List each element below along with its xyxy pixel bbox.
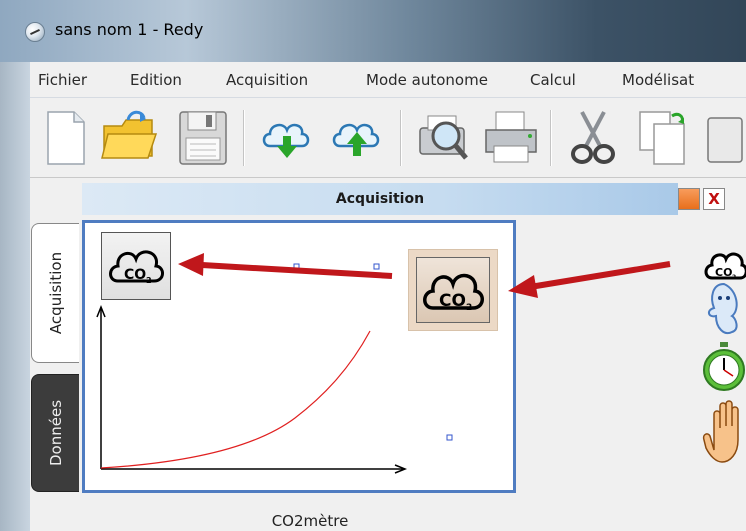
window-title: sans nom 1 - Redy bbox=[55, 20, 204, 39]
download-cloud-icon[interactable] bbox=[256, 106, 318, 168]
handle-marker bbox=[373, 263, 380, 270]
co2-sensor-dragged-icon[interactable]: CO 2 bbox=[408, 249, 498, 331]
new-file-icon[interactable] bbox=[34, 106, 96, 168]
toolbar-separator bbox=[550, 110, 552, 166]
window-left-frame bbox=[0, 62, 30, 531]
co2-icon-text: CO bbox=[124, 267, 146, 283]
cut-icon[interactable] bbox=[562, 106, 624, 168]
hand-icon[interactable] bbox=[702, 400, 739, 463]
drag-arrow bbox=[529, 261, 671, 290]
save-disk-icon[interactable] bbox=[172, 106, 234, 168]
toolbar-separator bbox=[400, 110, 402, 166]
tab-acquisition[interactable]: Acquisition bbox=[31, 223, 79, 363]
svg-text:2: 2 bbox=[732, 274, 736, 281]
menu-bar: Fichier Edition Acquisition Mode autonom… bbox=[30, 62, 746, 98]
menu-acquisition[interactable]: Acquisition bbox=[226, 71, 308, 89]
panel-minimize-button[interactable] bbox=[678, 188, 700, 210]
open-folder-icon[interactable] bbox=[98, 106, 160, 168]
tab-acquisition-label: Acquisition bbox=[46, 251, 65, 335]
sensor-palette: CO 2 bbox=[702, 218, 746, 488]
main-area: Acquisition Données Acquisition X CO 2 C… bbox=[30, 178, 746, 531]
tab-donnees-label: Données bbox=[46, 399, 65, 467]
co2-sensor-placed-icon[interactable]: CO 2 bbox=[101, 232, 171, 300]
menu-calcul[interactable]: Calcul bbox=[530, 71, 576, 89]
menu-modelisation[interactable]: Modélisat bbox=[622, 71, 694, 89]
tab-donnees[interactable]: Données bbox=[31, 374, 79, 492]
co2-icon-text: CO bbox=[439, 291, 466, 311]
app-icon[interactable] bbox=[25, 22, 45, 42]
upload-cloud-icon[interactable] bbox=[326, 106, 388, 168]
menu-mode-autonome[interactable]: Mode autonome bbox=[366, 71, 488, 89]
panel-title: Acquisition bbox=[335, 191, 425, 207]
panel-close-button[interactable]: X bbox=[703, 188, 725, 210]
handle-marker bbox=[446, 434, 453, 441]
co2-icon-subscript: 2 bbox=[146, 276, 152, 285]
toolbar-separator bbox=[243, 110, 245, 166]
panel-header: Acquisition bbox=[82, 183, 678, 215]
sensor-label: CO2mètre bbox=[271, 512, 349, 530]
print-icon[interactable] bbox=[480, 106, 542, 168]
svg-text:CO: CO bbox=[715, 266, 732, 279]
co2-sensor-icon[interactable]: CO 2 bbox=[704, 252, 746, 281]
paste-icon[interactable] bbox=[702, 106, 746, 168]
handle-marker bbox=[293, 263, 300, 270]
title-bar: sans nom 1 - Redy bbox=[0, 0, 746, 62]
toolbar bbox=[30, 98, 746, 178]
co2-icon-subscript: 2 bbox=[466, 303, 472, 313]
menu-edition[interactable]: Edition bbox=[130, 71, 182, 89]
copy-icon[interactable] bbox=[632, 106, 694, 168]
stopwatch-icon[interactable] bbox=[703, 342, 745, 391]
ghost-icon[interactable] bbox=[708, 282, 738, 334]
menu-fichier[interactable]: Fichier bbox=[38, 71, 87, 89]
graph-curve bbox=[100, 330, 371, 469]
print-preview-icon[interactable] bbox=[412, 106, 474, 168]
